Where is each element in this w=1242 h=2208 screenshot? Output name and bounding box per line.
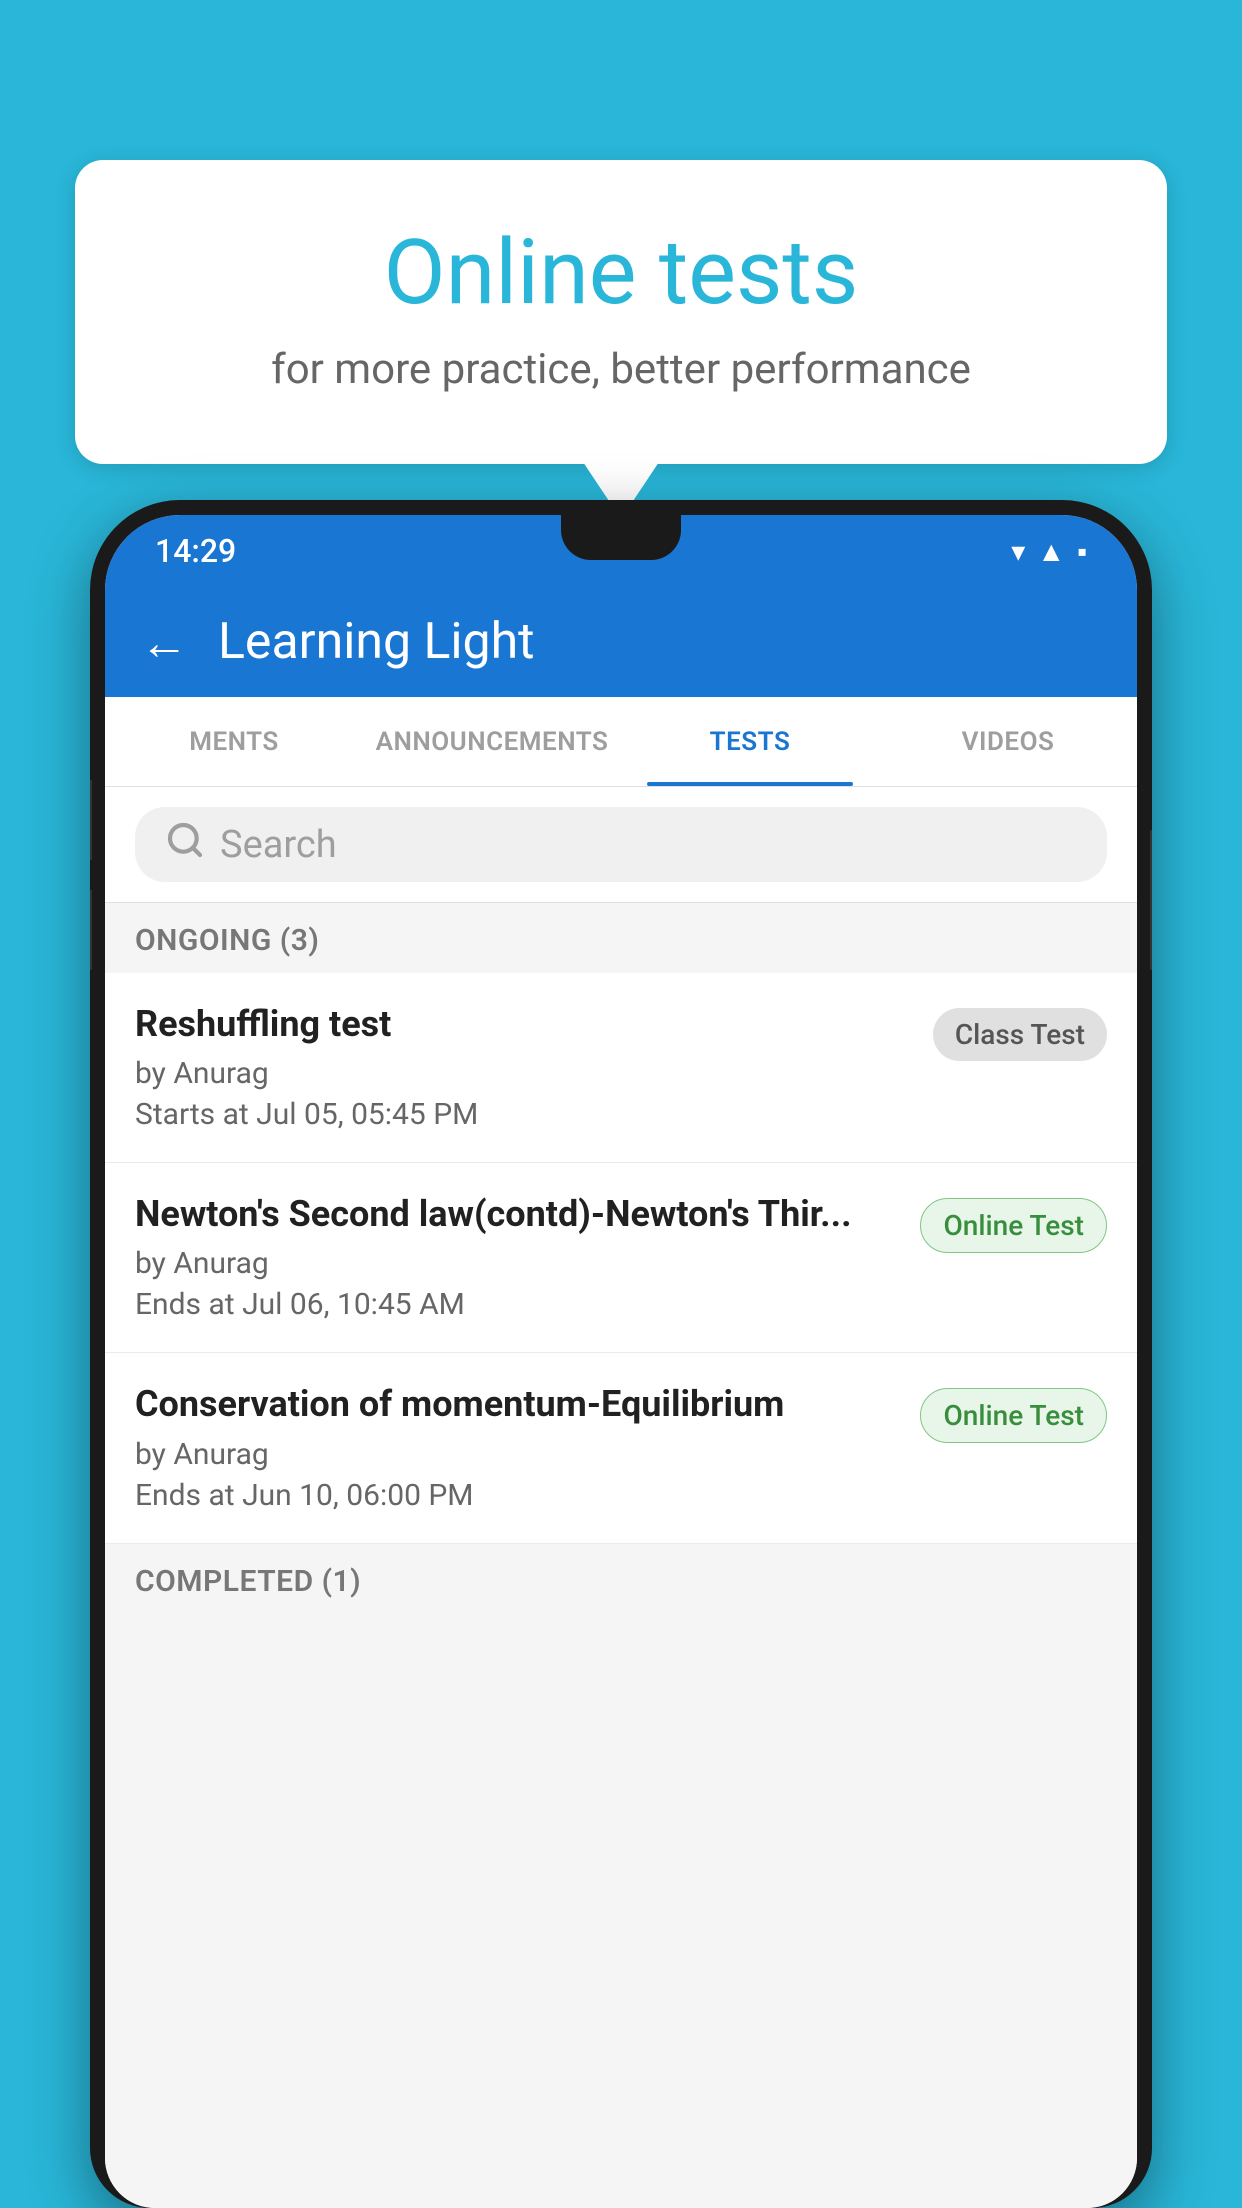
completed-section-header: COMPLETED (1) <box>105 1544 1137 1614</box>
side-button-volume-down <box>90 890 92 970</box>
ongoing-section-header: ONGOING (3) <box>105 903 1137 973</box>
ongoing-section-title: ONGOING (3) <box>135 923 319 958</box>
search-bar[interactable]: Search <box>135 807 1107 882</box>
test-item[interactable]: Conservation of momentum-Equilibrium by … <box>105 1353 1137 1543</box>
bubble-subtitle: for more practice, better performance <box>155 345 1087 394</box>
screen-content: Search ONGOING (3) Reshuffling test by A… <box>105 787 1137 2208</box>
search-placeholder: Search <box>220 823 337 867</box>
test-item[interactable]: Newton's Second law(contd)-Newton's Thir… <box>105 1163 1137 1353</box>
search-container: Search <box>105 787 1137 903</box>
back-button[interactable]: ← <box>140 614 188 671</box>
tab-ments[interactable]: MENTS <box>105 697 363 786</box>
phone-frame: 14:29 ▾ ▲ ▪ ← Learning Light MENTS ANNOU… <box>90 500 1152 2208</box>
battery-icon: ▪ <box>1077 535 1087 568</box>
test-item-title: Conservation of momentum-Equilibrium <box>135 1383 900 1426</box>
test-item-author: by Anurag <box>135 1056 913 1091</box>
tab-tests[interactable]: TESTS <box>621 697 879 786</box>
wifi-icon: ▾ <box>1011 535 1025 568</box>
test-item-author: by Anurag <box>135 1437 900 1472</box>
test-item-content: Conservation of momentum-Equilibrium by … <box>135 1383 900 1512</box>
test-item-time: Ends at Jun 10, 06:00 PM <box>135 1478 900 1513</box>
test-item-author: by Anurag <box>135 1246 900 1281</box>
side-button-power <box>1150 830 1152 970</box>
app-bar: ← Learning Light <box>105 587 1137 697</box>
status-time: 14:29 <box>155 532 236 570</box>
speech-bubble-container: Online tests for more practice, better p… <box>75 160 1167 464</box>
signal-icon: ▲ <box>1037 535 1065 568</box>
phone-screen: 14:29 ▾ ▲ ▪ ← Learning Light MENTS ANNOU… <box>105 515 1137 2208</box>
bubble-title: Online tests <box>155 220 1087 325</box>
completed-section-title: COMPLETED (1) <box>135 1564 361 1599</box>
test-item[interactable]: Reshuffling test by Anurag Starts at Jul… <box>105 973 1137 1163</box>
tab-announcements[interactable]: ANNOUNCEMENTS <box>363 697 621 786</box>
test-item-time: Ends at Jul 06, 10:45 AM <box>135 1287 900 1322</box>
test-item-title: Newton's Second law(contd)-Newton's Thir… <box>135 1193 900 1236</box>
test-item-content: Newton's Second law(contd)-Newton's Thir… <box>135 1193 900 1322</box>
test-item-content: Reshuffling test by Anurag Starts at Jul… <box>135 1003 913 1132</box>
tab-videos[interactable]: VIDEOS <box>879 697 1137 786</box>
test-badge-online: Online Test <box>920 1198 1107 1253</box>
test-item-title: Reshuffling test <box>135 1003 913 1046</box>
tabs-bar: MENTS ANNOUNCEMENTS TESTS VIDEOS <box>105 697 1137 787</box>
app-title: Learning Light <box>218 613 535 671</box>
status-icons: ▾ ▲ ▪ <box>1011 535 1087 568</box>
test-badge-class: Class Test <box>933 1008 1107 1061</box>
notch <box>561 515 681 560</box>
side-button-volume-up <box>90 780 92 860</box>
test-item-time: Starts at Jul 05, 05:45 PM <box>135 1097 913 1132</box>
test-badge-online: Online Test <box>920 1388 1107 1443</box>
speech-bubble: Online tests for more practice, better p… <box>75 160 1167 464</box>
status-bar: 14:29 ▾ ▲ ▪ <box>105 515 1137 587</box>
search-icon <box>165 820 205 870</box>
